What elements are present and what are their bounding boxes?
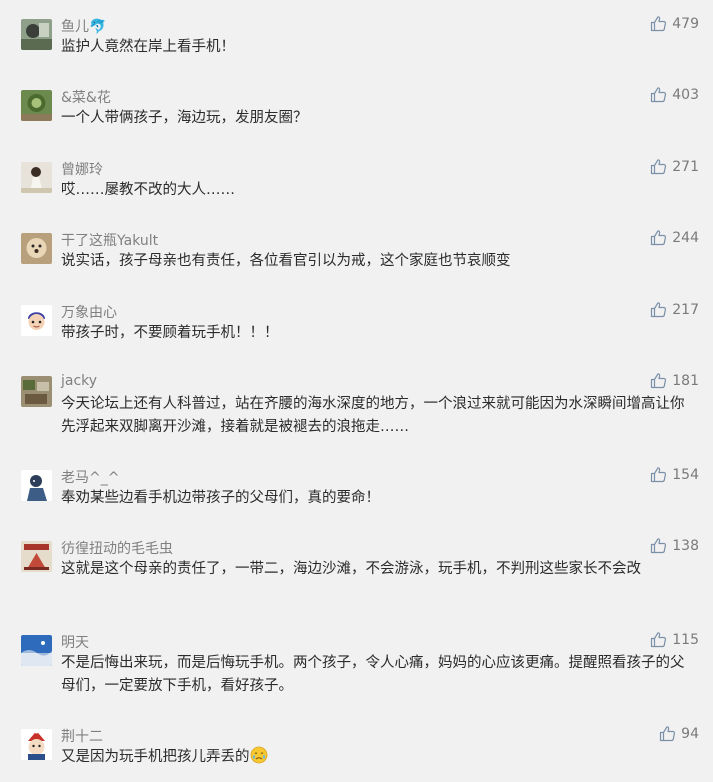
comment-text-content: 又是因为玩手机把孩儿弄丢的 [61,749,250,765]
like-button[interactable]: 138 [650,537,699,554]
like-count: 217 [672,301,699,318]
thumbs-up-icon [650,301,667,318]
avatar[interactable] [21,305,52,336]
username[interactable]: jacky [61,373,97,389]
comment-text: 又是因为玩手机把孩儿弄丢的 [61,746,693,769]
username[interactable]: 曾娜玲 [61,159,103,179]
comment-text: 一个人带俩孩子，海边玩，发朋友圈？ [61,110,308,126]
username[interactable]: 万象由心 [61,302,117,322]
username[interactable]: 老马^_^ [61,467,119,487]
thumbs-up-icon [650,15,667,32]
comment-text: 监护人竟然在岸上看手机！ [61,39,235,55]
username[interactable]: 彷徨扭动的毛毛虫 [61,538,173,558]
like-button[interactable]: 217 [650,301,699,318]
avatar[interactable] [21,19,52,50]
like-button[interactable]: 244 [650,229,699,246]
thumbs-up-icon [650,631,667,648]
like-button[interactable]: 94 [659,725,699,742]
like-count: 271 [672,158,699,175]
like-count: 181 [672,372,699,389]
thumbs-up-icon [659,725,676,742]
comment-text: 说实话，孩子母亲也有责任，各位看官引以为戒，这个家庭也节哀顺变 [61,253,511,269]
thumbs-up-icon [650,372,667,389]
like-button[interactable]: 154 [650,466,699,483]
like-button[interactable]: 181 [650,372,699,389]
crying-face-emoji [250,746,267,764]
thumbs-up-icon [650,158,667,175]
thumbs-up-icon [650,229,667,246]
comment-text: 带孩子时，不要顾着玩手机！！！ [61,325,279,341]
avatar[interactable] [21,470,52,501]
username[interactable]: &菜&花 [61,87,111,107]
comment-text: 不是后悔出来玩，而是后悔玩手机。两个孩子，令人心痛，妈妈的心应该更痛。提醒照看孩… [61,655,685,694]
like-count: 94 [681,725,699,742]
like-count: 115 [672,631,699,648]
thumbs-up-icon [650,86,667,103]
comment-list: 鱼儿🐬 监护人竟然在岸上看手机！ 479 &菜&花 一个人带俩孩子，海边玩，发朋… [0,0,713,782]
avatar[interactable] [21,233,52,264]
like-button[interactable]: 403 [650,86,699,103]
avatar[interactable] [21,90,52,121]
username[interactable]: 荆十二 [61,726,103,746]
like-button[interactable]: 271 [650,158,699,175]
avatar[interactable] [21,541,52,572]
like-count: 479 [672,15,699,32]
like-button[interactable]: 115 [650,631,699,648]
like-count: 403 [672,86,699,103]
comment-text: 哎……屡教不改的大人…… [61,182,235,198]
avatar[interactable] [21,729,52,760]
thumbs-up-icon [650,466,667,483]
like-button[interactable]: 479 [650,15,699,32]
thumbs-up-icon [650,537,667,554]
avatar[interactable] [21,635,52,666]
comment-text: 奉劝某些边看手机边带孩子的父母们，真的要命！ [61,490,380,506]
comment-text: 今天论坛上还有人科普过，站在齐腰的海水深度的地方，一个浪过来就可能因为水深瞬间增… [61,396,685,435]
avatar[interactable] [21,162,52,193]
like-count: 138 [672,537,699,554]
username[interactable]: 鱼儿🐬 [61,16,106,36]
like-count: 154 [672,466,699,483]
avatar[interactable] [21,376,52,407]
like-count: 244 [672,229,699,246]
username[interactable]: 干了这瓶Yakult [61,230,158,250]
comment-text: 这就是这个母亲的责任了，一带二，海边沙滩，不会游泳，玩手机，不判刑这些家长不会改 [61,561,641,577]
username[interactable]: 明天 [61,632,89,652]
